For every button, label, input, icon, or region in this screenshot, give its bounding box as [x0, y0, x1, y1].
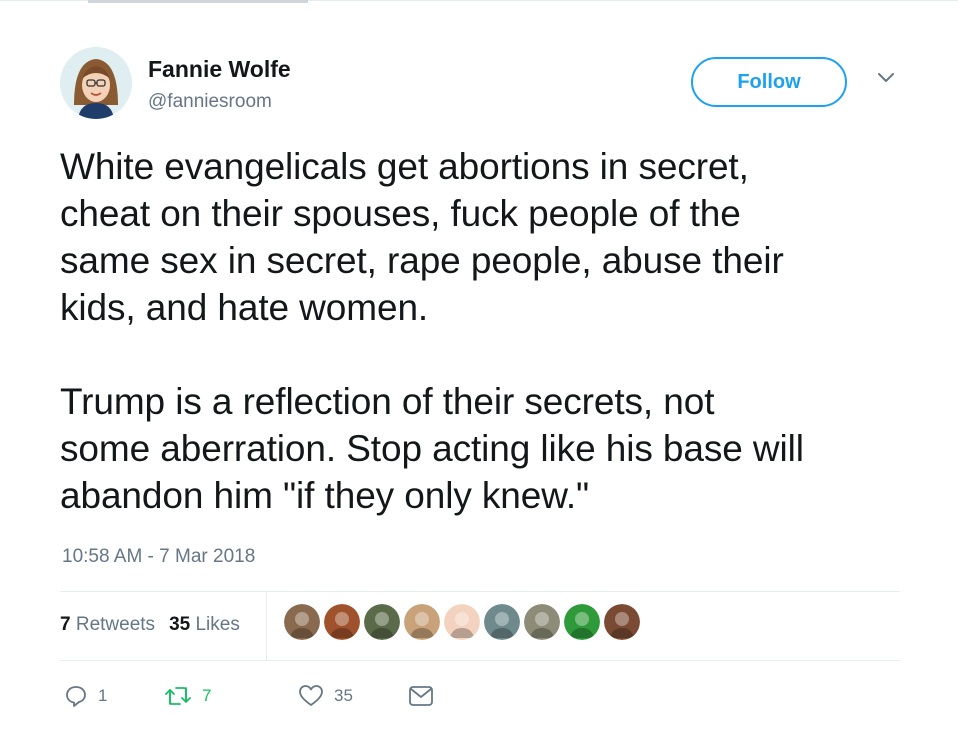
like-action-count: 35 — [334, 686, 353, 705]
liker-avatar[interactable] — [364, 604, 400, 640]
likes-stat[interactable]: 35 Likes — [169, 614, 240, 636]
heart-icon — [299, 685, 323, 706]
liker-avatar[interactable] — [564, 604, 600, 640]
retweets-label: Retweets — [75, 614, 156, 635]
retweets-stat[interactable]: 7 Retweets — [60, 614, 155, 636]
follow-button[interactable]: Follow — [691, 57, 847, 107]
likes-count: 35 — [169, 614, 191, 635]
like-button[interactable]: 35 — [298, 684, 408, 708]
likes-label: Likes — [195, 614, 240, 635]
divider-top — [60, 591, 900, 592]
tweet-timestamp[interactable]: 10:58 AM - 7 Mar 2018 — [62, 546, 255, 568]
chevron-down-icon[interactable] — [874, 70, 898, 86]
retweets-count: 7 — [60, 614, 71, 635]
retweet-icon — [165, 687, 191, 705]
tweet-actions: 1 7 35 — [64, 684, 434, 708]
divider-bottom — [60, 660, 900, 661]
direct-message-button[interactable] — [408, 685, 434, 707]
tweet-stats: 7 Retweets 35 Likes — [60, 614, 240, 636]
avatar[interactable] — [60, 47, 132, 119]
liker-avatar[interactable] — [444, 604, 480, 640]
stats-separator — [266, 592, 267, 660]
liker-avatar[interactable] — [524, 604, 560, 640]
retweet-button[interactable]: 7 — [164, 685, 298, 707]
liker-avatar[interactable] — [284, 604, 320, 640]
top-border-accent — [88, 0, 308, 3]
liker-avatar[interactable] — [604, 604, 640, 640]
tweet-text: White evangelicals get abortions in secr… — [60, 146, 804, 516]
reply-count: 1 — [98, 686, 108, 705]
retweet-action-count: 7 — [202, 686, 212, 705]
likers-avatars — [284, 604, 640, 640]
author-name[interactable]: Fannie Wolfe — [148, 56, 291, 83]
reply-icon — [66, 686, 86, 707]
reply-button[interactable]: 1 — [64, 684, 164, 708]
liker-avatar[interactable] — [324, 604, 360, 640]
liker-avatar[interactable] — [404, 604, 440, 640]
liker-avatar[interactable] — [484, 604, 520, 640]
author-handle[interactable]: @fanniesroom — [148, 91, 272, 113]
direct-message-icon — [409, 686, 433, 706]
